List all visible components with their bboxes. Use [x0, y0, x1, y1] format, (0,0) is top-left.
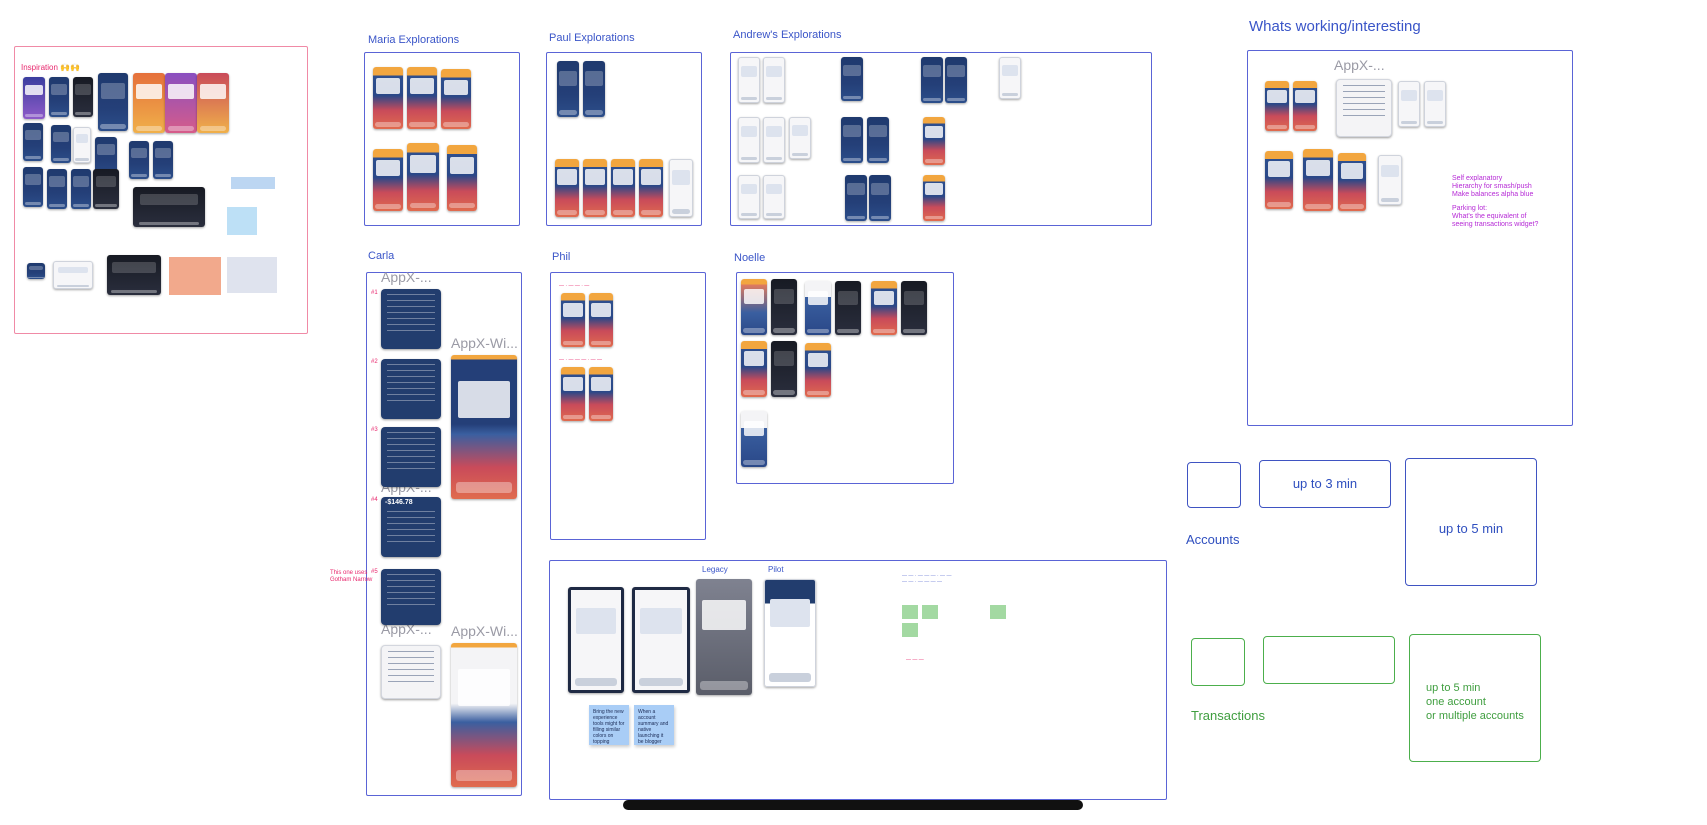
carla-number-1: #1 [371, 290, 378, 296]
carla-widget-6 [381, 645, 441, 699]
paul-title: Paul Explorations [549, 32, 635, 44]
accounts-box-3-text: up to 5 min [1438, 521, 1504, 536]
legacy-sticky-1[interactable]: Bring the new experience tools might for… [589, 705, 629, 745]
transactions-box-2[interactable] [1263, 636, 1395, 684]
legacy-pilot-frame[interactable]: Legacy Pilot Bring the new experience to… [549, 560, 1167, 800]
carla-ghost-wide-1: AppX-Wi... [451, 335, 518, 351]
noelle-frame[interactable] [736, 272, 954, 484]
carla-phone-2 [451, 643, 517, 787]
whats-working-notes: Self explanatory Hierarchy for smash/pus… [1452, 175, 1538, 229]
maria-frame[interactable] [364, 52, 520, 226]
transactions-box-3-text: up to 5 min one account or multiple acco… [1426, 681, 1524, 723]
carla-number-2: #2 [371, 359, 378, 365]
carla-number-3: #3 [371, 427, 378, 433]
note-line: Self explanatory [1452, 175, 1503, 182]
transactions-box-3-line-1: up to 5 min [1426, 682, 1481, 694]
note-line: What's the equivalent of [1452, 213, 1527, 220]
phil-frame[interactable]: — · — — · — — · — — — · — — [550, 272, 706, 540]
carla-frame[interactable]: AppX-... AppX-Wi... AppX-... AppX-... Ap… [366, 269, 522, 796]
andrew-title: Andrew's Explorations [733, 29, 842, 41]
inspiration-frame[interactable]: Inspiration 🙌🙌 [14, 46, 308, 334]
transactions-box-3-line-3: or multiple accounts [1426, 710, 1524, 722]
whats-working-title: Whats working/interesting [1249, 18, 1421, 35]
carla-ghost-top: AppX-... [381, 269, 432, 285]
pilot-label: Pilot [768, 565, 784, 574]
note-line: seeing transactions widget? [1452, 221, 1539, 228]
transactions-box-3-line-2: one account [1426, 696, 1486, 708]
whats-working-frame[interactable]: AppX-... Self explanatory Hierarchy for … [1247, 50, 1573, 426]
andrew-frame[interactable] [730, 52, 1152, 226]
horizontal-scrollbar[interactable] [623, 800, 1083, 810]
carla-phone-1 [451, 355, 517, 499]
carla-widget-2 [381, 359, 441, 419]
paul-frame[interactable] [546, 52, 702, 226]
transactions-label: Transactions [1191, 708, 1265, 723]
carla-side-note-2: Gotham Narrow [330, 577, 373, 583]
accounts-box-2-text: up to 3 min [1292, 476, 1358, 491]
carla-side-note-1: This one uses [330, 570, 368, 576]
accounts-box-1[interactable] [1187, 462, 1241, 508]
carla-number-4: #4 [371, 497, 378, 503]
whats-working-widget-ghost: AppX-... [1334, 57, 1385, 73]
carla-widget-4: -$146.78 [381, 497, 441, 557]
legacy-label: Legacy [702, 565, 728, 574]
carla-widget-5 [381, 569, 441, 625]
phil-title: Phil [552, 251, 571, 263]
carla-ghost-wide-2: AppX-Wi... [451, 623, 518, 639]
noelle-title: Noelle [734, 252, 766, 264]
carla-widget-1 [381, 289, 441, 349]
inspiration-title: Inspiration 🙌🙌 [21, 63, 81, 72]
note-line: Hierarchy for smash/push [1452, 183, 1532, 190]
maria-title: Maria Explorations [368, 34, 460, 46]
accounts-box-2[interactable]: up to 3 min [1259, 460, 1391, 508]
legacy-screen-3 [696, 579, 752, 695]
carla-side-note: This one uses Gotham Narrow [330, 570, 372, 584]
legacy-sticky-2[interactable]: When a account summary and native launch… [634, 705, 674, 745]
pilot-screen [764, 579, 816, 687]
note-line: Make balances alpha blue [1452, 191, 1534, 198]
accounts-label: Accounts [1186, 532, 1240, 547]
legacy-screen-2 [632, 587, 690, 693]
carla-title: Carla [368, 250, 395, 262]
accounts-box-3[interactable]: up to 5 min [1405, 458, 1537, 586]
carla-widget-3 [381, 427, 441, 487]
note-line: Parking lot: [1452, 205, 1488, 212]
legacy-screen-1 [568, 587, 624, 693]
carla-big-balance: -$146.78 [385, 499, 413, 506]
transactions-box-1[interactable] [1191, 638, 1245, 686]
transactions-box-3[interactable]: up to 5 min one account or multiple acco… [1409, 634, 1541, 762]
